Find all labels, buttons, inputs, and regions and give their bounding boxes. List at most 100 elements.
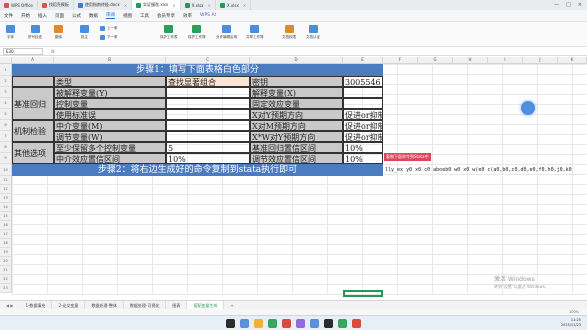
tab-docx[interactable]: 使用指南终极.docx × (74, 0, 133, 10)
value-standard-error[interactable] (166, 109, 250, 120)
step2-banner[interactable]: 步骤2：将右边生成好的命令复制到stata执行即可 (12, 164, 383, 176)
row-header[interactable]: 6 (0, 120, 12, 131)
row-header[interactable]: 9 (0, 153, 12, 164)
label-mediation-ci[interactable]: 中介效应置信区间 (54, 153, 166, 164)
menu-formula[interactable]: 公式 (72, 13, 81, 19)
row-header[interactable]: 11 (0, 176, 12, 185)
menu-data[interactable]: 数据 (89, 13, 98, 19)
value-key[interactable]: 3005546 (343, 76, 383, 87)
label-control[interactable]: 控制变量 (54, 98, 166, 109)
row-header[interactable]: 7 (0, 131, 12, 142)
close-icon[interactable]: × (243, 3, 246, 8)
tab-xlsx-2[interactable]: X.xlsx × (216, 0, 252, 10)
maximize-icon[interactable]: □ (566, 2, 571, 8)
zoom-level[interactable]: 100% (569, 310, 579, 314)
row-header[interactable]: 13 (0, 194, 12, 203)
value-control[interactable] (166, 98, 250, 109)
value-xw-to-y[interactable]: 促进or抑制 (343, 131, 383, 142)
value-explain-x[interactable] (343, 87, 383, 98)
ribbon-doc-cert[interactable]: 文档认证 (306, 25, 320, 40)
corner-select-all[interactable] (0, 57, 12, 64)
menu-page[interactable]: 页面 (55, 13, 64, 19)
sheet-nav-icon[interactable]: ◀ ▶ (0, 303, 19, 308)
col-header[interactable]: E (343, 57, 383, 64)
group-baseline[interactable]: 基准回归 (12, 87, 54, 120)
search-icon[interactable] (240, 318, 249, 328)
wechat-icon[interactable] (268, 318, 277, 328)
row-header[interactable]: 4 (0, 98, 12, 109)
ribbon-doc-permission[interactable]: 文档权限 (282, 25, 296, 40)
row-header[interactable]: 20 (0, 257, 12, 266)
cell-a2[interactable] (12, 76, 54, 87)
explorer-icon[interactable] (254, 318, 263, 328)
label-standard-error[interactable]: 使用标准误 (54, 109, 166, 120)
wps-icon[interactable] (282, 318, 291, 328)
row-header[interactable]: 16 (0, 221, 12, 230)
row-header[interactable]: 1 (0, 64, 12, 76)
label-moderator[interactable]: 调节变量(W) (54, 131, 166, 142)
active-cell-selection[interactable] (343, 290, 383, 297)
tab-template[interactable]: 找稻壳模板 (38, 0, 74, 10)
app-icon[interactable] (296, 318, 305, 328)
row-header[interactable]: 15 (0, 212, 12, 221)
value-moderator[interactable] (166, 131, 250, 142)
row-header[interactable]: 8 (0, 142, 12, 153)
value-moderation-ci[interactable]: 10% (343, 153, 383, 164)
col-header[interactable]: H (453, 57, 488, 64)
col-header[interactable]: K (558, 57, 587, 64)
label-x-to-y[interactable]: X对Y预期方向 (250, 109, 343, 120)
value-min-controls[interactable]: 5 (166, 142, 250, 153)
step1-banner[interactable]: 步骤1：填写下面表格白色部分 (12, 64, 383, 76)
menu-efficiency[interactable]: 效率 (183, 13, 192, 19)
col-header[interactable]: C (166, 57, 250, 64)
label-min-controls[interactable]: 至少保留多个控制变量 (54, 142, 166, 153)
assistant-bubble-icon[interactable] (521, 101, 535, 115)
group-mechanism[interactable]: 机制检验 (12, 120, 54, 142)
start-icon[interactable] (226, 318, 235, 328)
value-base-ci[interactable]: 10% (343, 142, 383, 153)
menu-member[interactable]: 会员专享 (157, 13, 175, 19)
tab-active-xlsx[interactable]: 实证慢驼.xlsx × (132, 0, 181, 10)
browser-icon[interactable] (310, 318, 319, 328)
label-fixed-effects[interactable]: 固定效应变量 (250, 98, 343, 109)
menu-review[interactable]: 审阅 (106, 12, 115, 19)
row-header[interactable]: 22 (0, 275, 12, 284)
name-box[interactable]: E30 (3, 47, 43, 55)
minimize-icon[interactable]: — (554, 2, 559, 8)
add-sheet-icon[interactable]: + (224, 303, 239, 308)
row-header[interactable]: 12 (0, 185, 12, 194)
row-header[interactable]: 23 (0, 284, 12, 293)
spreadsheet-icon[interactable] (338, 318, 347, 328)
copy-command-button[interactable]: 复制下面命令到Stata中 (384, 153, 431, 161)
row-header[interactable]: 5 (0, 109, 12, 120)
value-type[interactable]: 查找显著组合 (166, 76, 250, 87)
value-explained-y[interactable] (166, 87, 250, 98)
label-mediator[interactable]: 中介变量(M) (54, 120, 166, 131)
close-window-icon[interactable]: × (578, 2, 582, 8)
row-header[interactable]: 10 (0, 164, 12, 176)
label-explain-x[interactable]: 解释变量(X) (250, 87, 343, 98)
close-icon[interactable]: × (124, 3, 127, 8)
value-fixed-effects[interactable] (343, 98, 383, 109)
ribbon-spellcheck[interactable]: 拼写检查 (28, 25, 42, 40)
fx-label[interactable]: fx (51, 49, 55, 54)
ribbon-next[interactable]: 下一条 (100, 35, 118, 40)
ribbon-share-workbook[interactable]: 共享工作簿 (246, 25, 264, 40)
menu-tools[interactable]: 工具 (140, 13, 149, 19)
menu-view[interactable]: 视图 (123, 13, 132, 19)
ribbon-prev[interactable]: 上一条 (100, 26, 118, 31)
ribbon-font[interactable]: 字体 (6, 25, 15, 40)
label-key[interactable]: 密钥 (250, 76, 343, 87)
taskbar-clock[interactable]: 11:25 2025/11/23 (561, 318, 581, 328)
value-mediator[interactable] (166, 120, 250, 131)
ribbon-translate[interactable]: 翻译 (54, 25, 63, 40)
label-type[interactable]: 类型 (54, 76, 166, 87)
row-header[interactable]: 19 (0, 248, 12, 257)
tab-xlsx-1[interactable]: X.xlsx × (181, 0, 216, 10)
row-header[interactable]: 2 (0, 76, 12, 87)
close-icon[interactable]: × (172, 3, 175, 8)
col-header[interactable]: G (418, 57, 453, 64)
row-header[interactable]: 14 (0, 203, 12, 212)
value-x-to-m[interactable]: 促进or抑制 (343, 120, 383, 131)
close-icon[interactable]: × (208, 3, 211, 8)
